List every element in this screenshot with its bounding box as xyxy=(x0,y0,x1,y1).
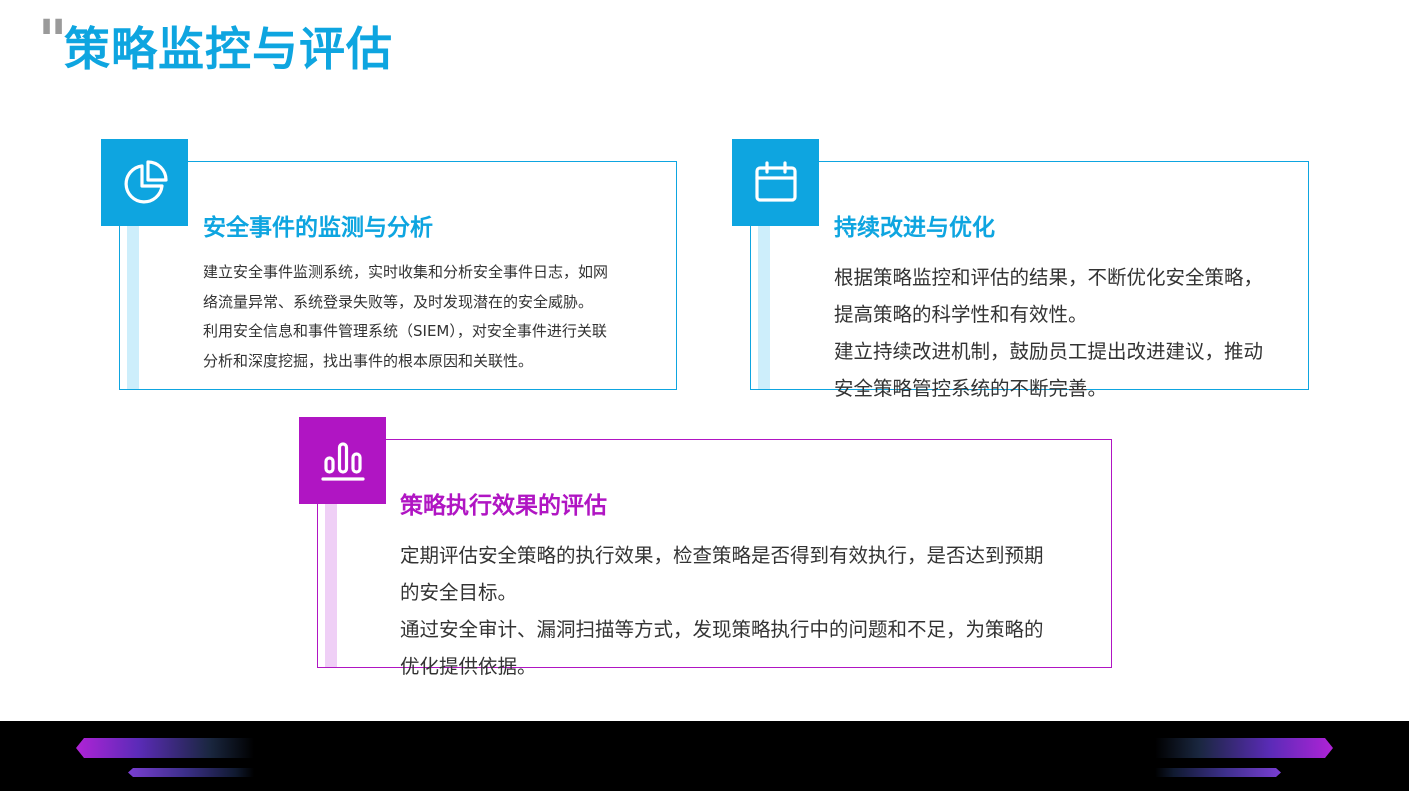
card-monitoring-icon-box xyxy=(101,139,188,226)
card-improvement-body: 根据策略监控和评估的结果，不断优化安全策略， 提高策略的科学性和有效性。 建立持… xyxy=(834,259,1304,407)
title-quote-mark: " xyxy=(38,9,68,74)
card-improvement-icon-box xyxy=(732,139,819,226)
card-improvement-stripe xyxy=(758,226,770,389)
card-improvement-line: 安全策略管控系统的不断完善。 xyxy=(834,377,1108,400)
footer-decoration-right xyxy=(1155,738,1333,758)
card-evaluation-line: 定期评估安全策略的执行效果，检查策略是否得到有效执行，是否达到预期 xyxy=(400,544,1044,567)
card-evaluation-body: 定期评估安全策略的执行效果，检查策略是否得到有效执行，是否达到预期 的安全目标。… xyxy=(400,537,1105,685)
card-evaluation-line: 的安全目标。 xyxy=(400,581,518,604)
card-monitoring-stripe xyxy=(127,226,139,389)
footer-decoration-right-small xyxy=(1155,768,1281,777)
card-evaluation-line: 优化提供依据。 xyxy=(400,655,537,678)
card-improvement-line: 建立持续改进机制，鼓励员工提出改进建议，推动 xyxy=(834,340,1264,363)
card-improvement-line: 提高策略的科学性和有效性。 xyxy=(834,303,1088,326)
bar-chart-icon xyxy=(320,441,365,481)
card-monitoring-line: 络流量异常、系统登录失败等，及时发现潜在的安全威胁。 xyxy=(203,292,594,311)
footer-decoration-left xyxy=(76,738,254,758)
card-evaluation-heading: 策略执行效果的评估 xyxy=(400,493,607,519)
card-evaluation-line: 通过安全审计、漏洞扫描等方式，发现策略执行中的问题和不足，为策略的 xyxy=(400,618,1044,641)
card-monitoring-line: 分析和深度挖掘，找出事件的根本原因和关联性。 xyxy=(203,351,534,370)
card-improvement-heading: 持续改进与优化 xyxy=(834,215,995,241)
calendar-icon xyxy=(754,160,797,202)
card-evaluation-stripe xyxy=(325,504,337,667)
card-monitoring-heading: 安全事件的监测与分析 xyxy=(203,215,433,241)
page-title: 策略监控与评估 xyxy=(64,22,393,76)
card-monitoring-body: 建立安全事件监测系统，实时收集和分析安全事件日志，如网 络流量异常、系统登录失败… xyxy=(203,258,668,376)
card-monitoring-line: 建立安全事件监测系统，实时收集和分析安全事件日志，如网 xyxy=(203,263,609,281)
pie-chart-icon xyxy=(124,159,168,203)
card-improvement-line: 根据策略监控和评估的结果，不断优化安全策略， xyxy=(834,266,1264,289)
footer-decoration-left-small xyxy=(128,768,254,777)
card-evaluation-icon-box xyxy=(299,417,386,504)
card-monitoring-line: 利用安全信息和事件管理系统（SIEM），对安全事件进行关联 xyxy=(203,322,607,340)
